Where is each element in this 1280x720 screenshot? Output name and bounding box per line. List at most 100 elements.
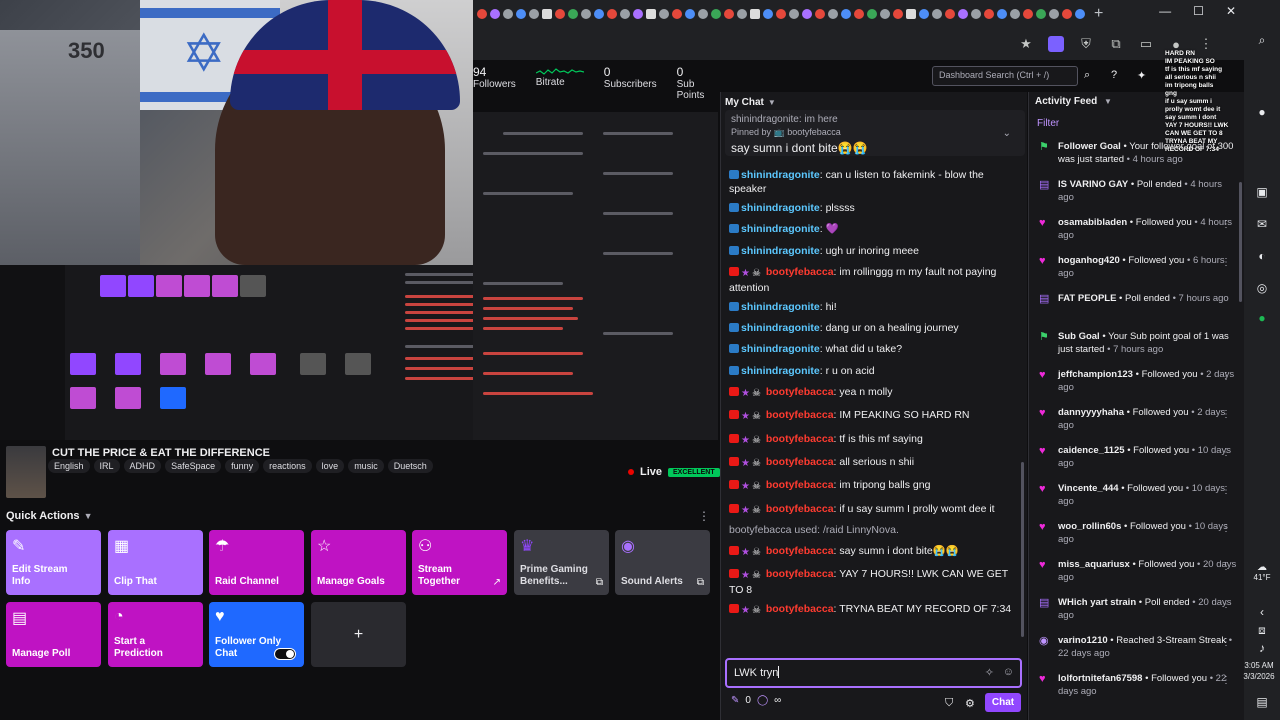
star-badge-icon[interactable]: ★ <box>741 267 750 281</box>
star-badge-icon[interactable]: ★ <box>741 604 750 618</box>
weather-widget[interactable]: ☁ 41°F <box>1244 562 1280 582</box>
minimize-button[interactable]: — <box>1159 4 1171 18</box>
broadcaster-badge-icon[interactable] <box>729 604 739 614</box>
activity-name[interactable]: hoganhog420 <box>1058 255 1120 266</box>
activity-name[interactable]: IS VARINO GAY <box>1058 179 1128 190</box>
subscriber-badge-icon[interactable] <box>729 170 739 179</box>
skull-badge-icon[interactable]: ☠ <box>752 457 761 471</box>
new-tab-button[interactable]: + <box>1094 5 1103 23</box>
activity-item[interactable]: ⚑ Sub Goal • Your Sub point goal of 1 was… <box>1037 330 1237 368</box>
tag-chip[interactable]: love <box>315 459 345 473</box>
chat-message[interactable]: ★ ☠ bootyfebacca: if u say summ I prolly … <box>729 502 1021 518</box>
chat-username[interactable]: bootyfebacca <box>766 409 834 421</box>
tab-favicon[interactable] <box>529 9 539 19</box>
tab-favicon[interactable] <box>841 9 851 19</box>
activity-item[interactable]: ♥ dannyyyyhaha • Followed you • 2 days ag… <box>1037 406 1237 444</box>
tab-favicon[interactable] <box>1036 9 1046 19</box>
stream-health-badge[interactable]: EXCELLENT <box>668 467 720 477</box>
tab-favicon[interactable] <box>620 9 630 19</box>
search-icon[interactable]: ⌕ <box>1254 32 1270 48</box>
chat-message[interactable]: shinindragonite: plssss <box>729 201 1021 215</box>
chat-username[interactable]: shinindragonite <box>741 343 820 355</box>
tag-chip[interactable]: music <box>348 459 384 473</box>
tag-chip[interactable]: ADHD <box>123 459 162 473</box>
activity-scrollbar[interactable] <box>1239 182 1242 302</box>
tab-favicon[interactable] <box>1049 9 1059 19</box>
tag-chip[interactable]: English <box>48 459 90 473</box>
chat-message[interactable]: shinindragonite: can u listen to fakemin… <box>729 168 1021 196</box>
broadcaster-badge-icon[interactable] <box>729 480 739 490</box>
bookmark-star-icon[interactable]: ★ <box>1018 36 1034 52</box>
tab-favicon[interactable] <box>932 9 942 19</box>
skull-badge-icon[interactable]: ☠ <box>752 387 761 401</box>
tab-favicon[interactable] <box>763 9 773 19</box>
broadcaster-badge-icon[interactable] <box>729 387 739 397</box>
more-options-icon[interactable]: ⋮ <box>1221 522 1231 535</box>
briefcase-icon[interactable]: ▣ <box>1254 184 1270 200</box>
chat-username[interactable]: shinindragonite <box>741 169 820 181</box>
chat-username[interactable]: shinindragonite <box>741 365 820 377</box>
chat-header[interactable]: My Chat ▼ <box>721 92 1028 112</box>
chevron-down-icon[interactable]: ▼ <box>768 98 776 107</box>
chat-message[interactable]: ★ ☠ bootyfebacca: all serious n shii <box>729 455 1021 471</box>
chevron-left-icon[interactable]: ‹ <box>1254 604 1270 620</box>
star-badge-icon[interactable]: ★ <box>741 546 750 560</box>
activity-name[interactable]: woo_rollin60s <box>1058 521 1121 532</box>
mod-shield-icon[interactable]: ⛉ <box>945 697 953 710</box>
activity-name[interactable]: Sub Goal <box>1058 331 1100 342</box>
activity-name[interactable]: miss_aquariusx <box>1058 559 1130 570</box>
more-options-icon[interactable]: ⋮ <box>1221 370 1231 383</box>
chat-username[interactable]: bootyfebacca <box>766 503 834 515</box>
prime-gaming-benefits-button[interactable]: ♛ Prime Gaming Benefits... ⧉ <box>514 530 609 595</box>
activity-name[interactable]: varino1210 <box>1058 635 1108 646</box>
tab-favicon[interactable] <box>854 9 864 19</box>
tag-chip[interactable]: Duetsch <box>387 459 433 473</box>
activity-filter-button[interactable]: Filter <box>1037 118 1059 129</box>
chat-username[interactable]: bootyfebacca <box>766 568 834 580</box>
tab-favicon[interactable] <box>672 9 682 19</box>
tab-favicon[interactable] <box>945 9 955 19</box>
subscriber-badge-icon[interactable] <box>729 323 739 333</box>
more-options-icon[interactable]: ⋮ <box>1221 598 1231 611</box>
chat-username[interactable]: bootyfebacca <box>766 545 834 557</box>
tab-favicon[interactable] <box>893 9 903 19</box>
activity-feed-header[interactable]: Activity Feed ▼ <box>1035 96 1112 107</box>
chat-message[interactable]: shinindragonite: r u on acid <box>729 364 1021 378</box>
activity-name[interactable]: caidence_1125 <box>1058 445 1125 456</box>
tab-favicon[interactable] <box>555 9 565 19</box>
chat-system-message[interactable]: bootyfebacca used: /raid LinnyNova. <box>729 523 1021 537</box>
broadcaster-badge-icon[interactable] <box>729 410 739 420</box>
manage-goals-button[interactable]: ☆ Manage Goals <box>311 530 406 595</box>
tab-favicon[interactable] <box>477 9 487 19</box>
chrome-icon[interactable]: ◎ <box>1254 280 1270 296</box>
chat-username[interactable]: shinindragonite <box>741 223 820 235</box>
subscriber-badge-icon[interactable] <box>729 344 739 354</box>
star-badge-icon[interactable]: ★ <box>741 410 750 424</box>
skull-badge-icon[interactable]: ☠ <box>752 569 761 583</box>
activity-item[interactable]: ♥ lolfortnitefan67598 • Followed you • 22… <box>1037 672 1237 710</box>
tab-favicon[interactable] <box>737 9 747 19</box>
add-quick-action-button[interactable]: + <box>311 602 406 667</box>
activity-item[interactable]: ♥ Vincente_444 • Followed you • 10 days a… <box>1037 482 1237 520</box>
activity-name[interactable]: osamabibladen <box>1058 217 1127 228</box>
tab-favicon[interactable] <box>880 9 890 19</box>
emoji-icon[interactable]: ☺ <box>1003 666 1014 678</box>
activity-name[interactable]: jeffchampion123 <box>1058 369 1133 380</box>
manage-poll-button[interactable]: ▤ Manage Poll <box>6 602 101 667</box>
chat-message[interactable]: shinindragonite: hi! <box>729 300 1021 314</box>
tab-favicon[interactable] <box>698 9 708 19</box>
raid-channel-button[interactable]: ☂ Raid Channel <box>209 530 304 595</box>
activity-item[interactable]: ♥ osamabibladen • Followed you • 4 hours … <box>1037 216 1237 254</box>
subscriber-badge-icon[interactable] <box>729 224 739 234</box>
follower-only-toggle[interactable] <box>274 648 296 660</box>
channel-points-icon[interactable]: ✎ <box>731 695 739 706</box>
stream-together-button[interactable]: ⚇ Stream Together ↗ <box>412 530 507 595</box>
tab-favicon[interactable] <box>633 9 643 19</box>
chat-username[interactable]: bootyfebacca <box>766 266 834 278</box>
extensions-puzzle-icon[interactable]: ⧉ <box>1108 36 1124 52</box>
tab-favicon[interactable] <box>724 9 734 19</box>
tab-favicon[interactable] <box>906 9 916 19</box>
activity-item[interactable]: ♥ jeffchampion123 • Followed you • 2 days… <box>1037 368 1237 406</box>
broadcaster-badge-icon[interactable] <box>729 503 739 513</box>
tab-favicon[interactable] <box>1075 9 1085 19</box>
